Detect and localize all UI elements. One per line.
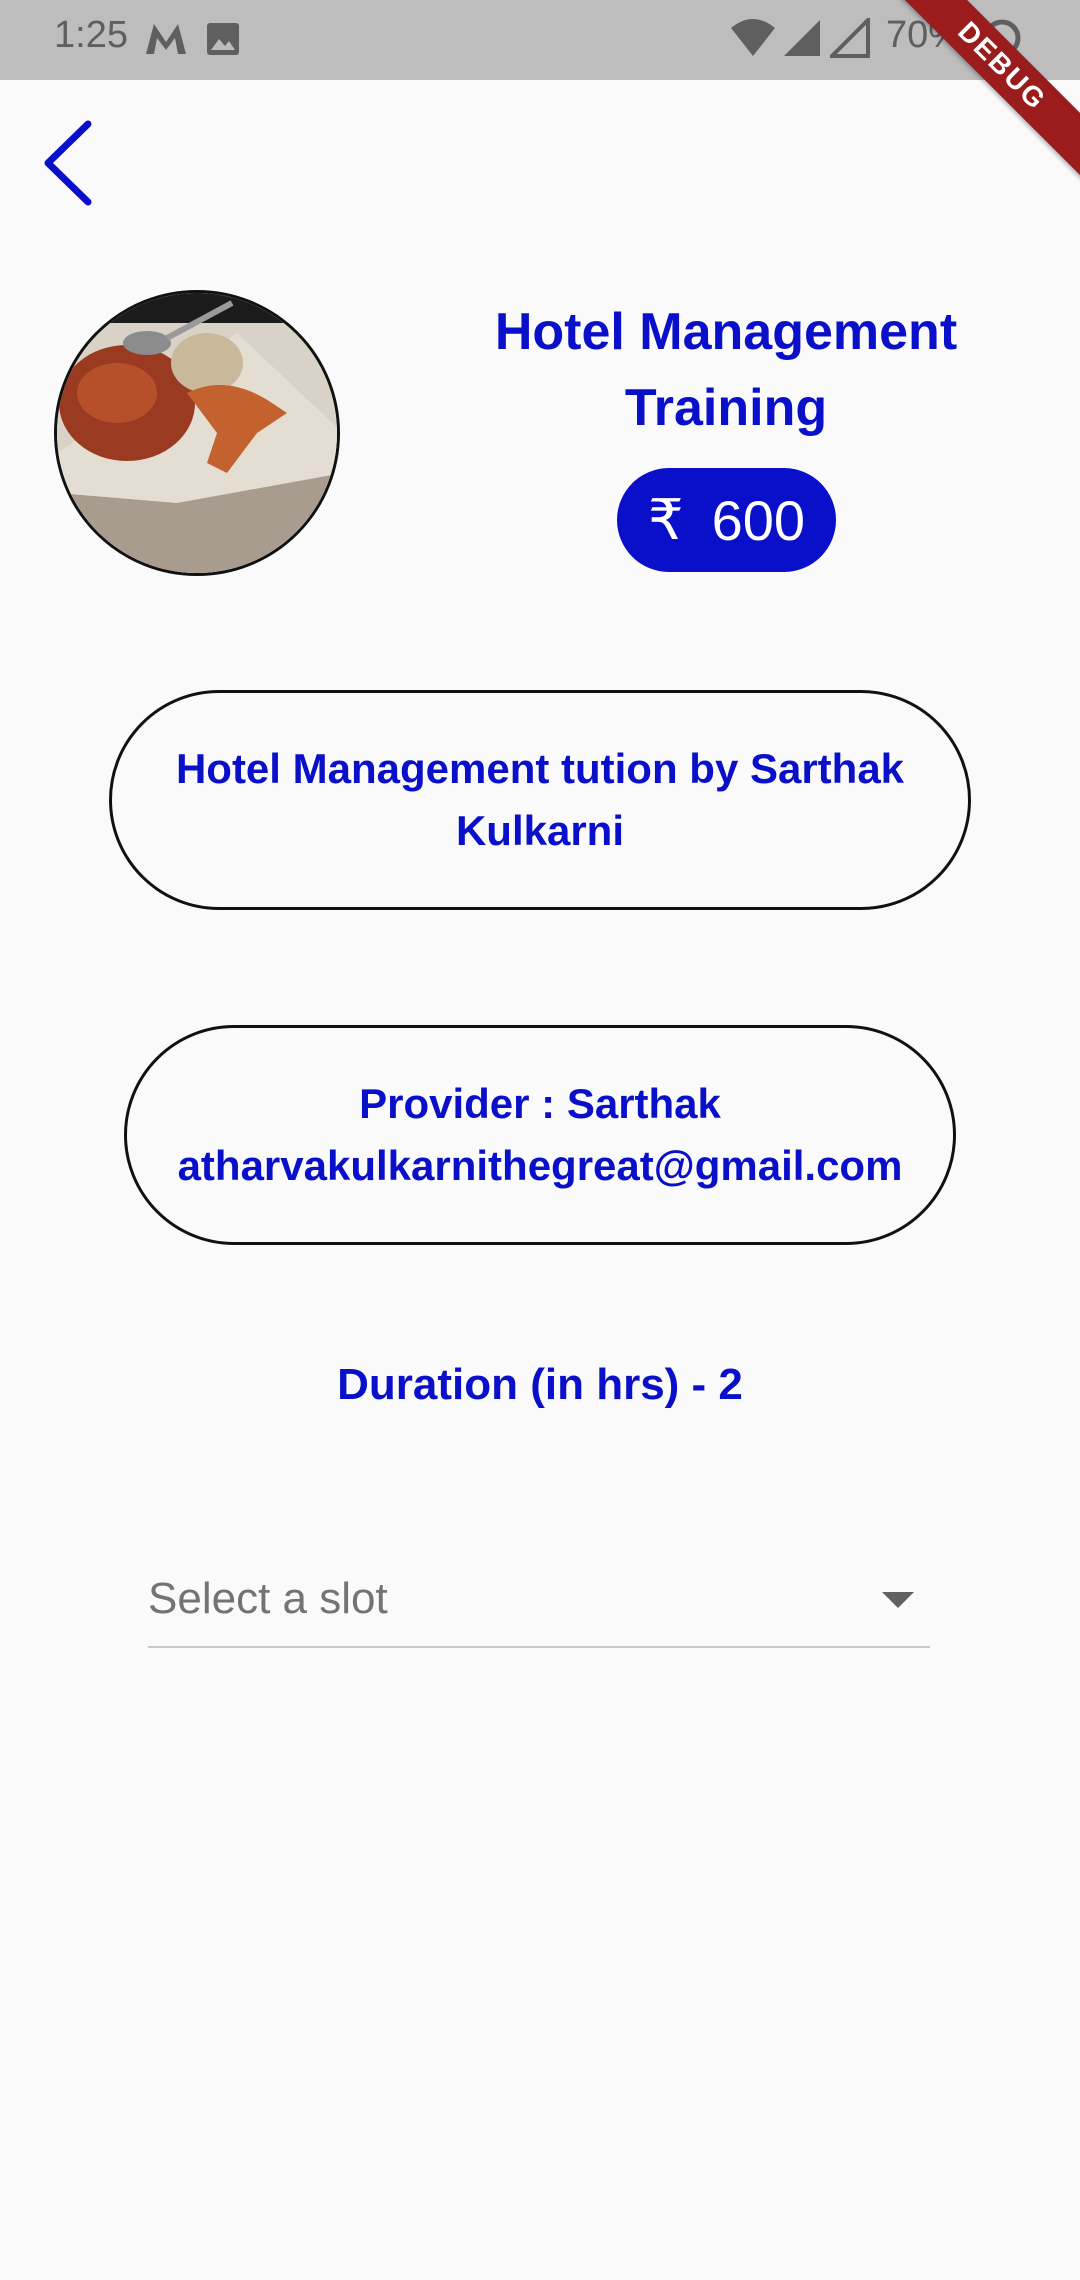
currency-symbol: ₹ — [647, 488, 684, 551]
provider-email: atharvakulkarnithegreat@gmail.com — [177, 1142, 903, 1189]
chevron-left-icon — [44, 120, 92, 206]
course-image — [54, 290, 340, 576]
signal-icon — [782, 18, 822, 63]
provider-card: Provider : Sarthak atharvakulkarnithegre… — [124, 1025, 956, 1245]
gallery-icon — [206, 22, 240, 61]
price-value: 600 — [711, 488, 806, 552]
status-time: 1:25 — [54, 14, 128, 56]
description-card: Hotel Management tution by Sarthak Kulka… — [109, 690, 971, 910]
slot-dropdown[interactable]: Select a slot — [148, 1570, 930, 1648]
provider-name: Provider : Sarthak — [359, 1080, 721, 1127]
slot-dropdown-placeholder: Select a slot — [148, 1574, 388, 1623]
back-button[interactable] — [38, 118, 98, 208]
gmail-m-icon — [144, 20, 188, 61]
wifi-icon — [730, 18, 776, 63]
dropdown-arrow-icon — [882, 1592, 914, 1615]
price-badge: ₹ 600 — [617, 468, 836, 572]
duration-text: Duration (in hrs) - 2 — [337, 1360, 743, 1409]
page-title: Hotel Management Training — [494, 303, 958, 437]
description-text: Hotel Management tution by Sarthak Kulka… — [175, 745, 905, 854]
signal-icon — [827, 15, 870, 63]
